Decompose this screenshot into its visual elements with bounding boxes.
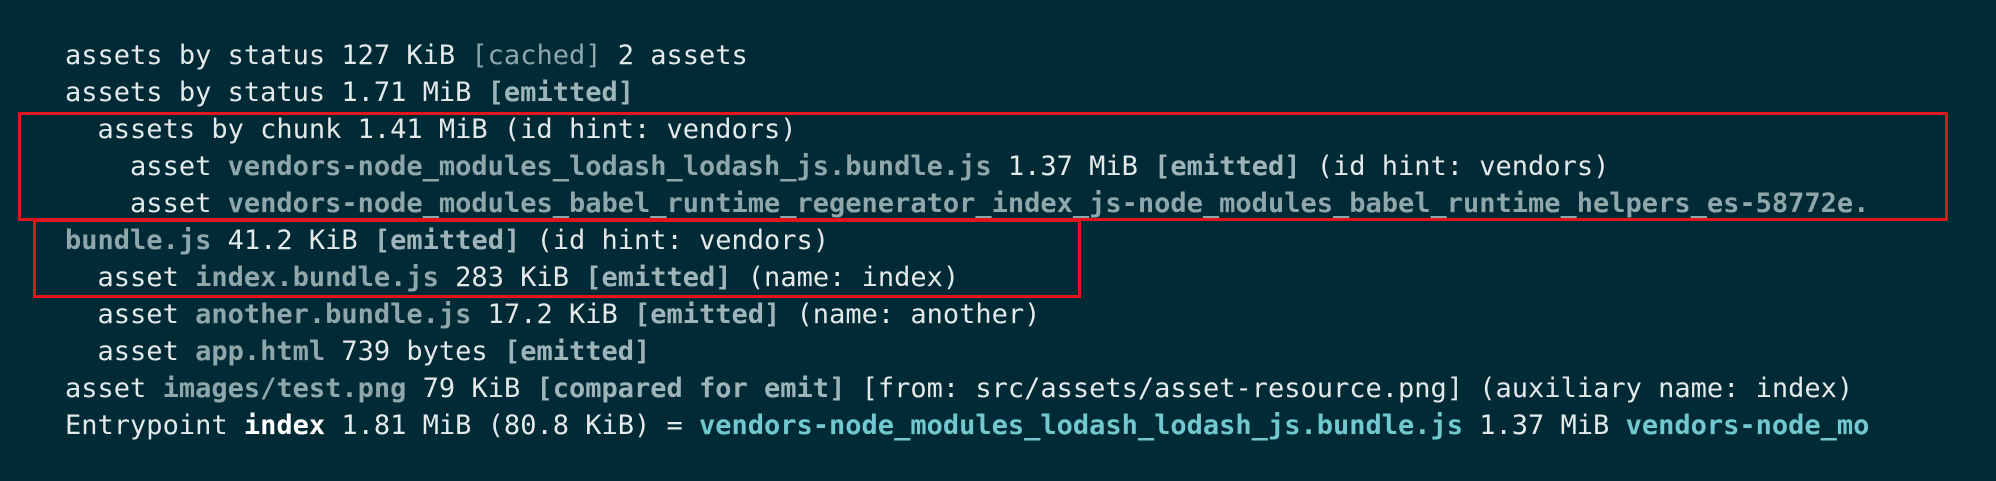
- entrypoint-name: index: [243, 410, 326, 441]
- terminal-line: asset images/test.png 79 KiB [compared f…: [65, 373, 1854, 404]
- terminal-output[interactable]: assets by status 127 KiB [cached] 2 asse…: [0, 0, 1996, 441]
- terminal-line: Entrypoint index 1.81 MiB (80.8 KiB) = v…: [65, 410, 1870, 441]
- terminal-line: assets by chunk 1.41 MiB (id hint: vendo…: [65, 114, 797, 145]
- vendor-assets-highlight-box: [18, 112, 1948, 221]
- entrypoint-file-name: vendors-node_mo: [1625, 410, 1870, 441]
- terminal-line: assets by status 127 KiB [cached] 2 asse…: [65, 40, 748, 71]
- entry-assets-highlight-box: [33, 219, 1081, 298]
- terminal-line: asset app.html 739 bytes [emitted]: [65, 336, 651, 367]
- terminal-line: assets by status 1.71 MiB [emitted]: [65, 77, 634, 108]
- entrypoint-file-name: vendors-node_modules_lodash_lodash_js.bu…: [699, 410, 1464, 441]
